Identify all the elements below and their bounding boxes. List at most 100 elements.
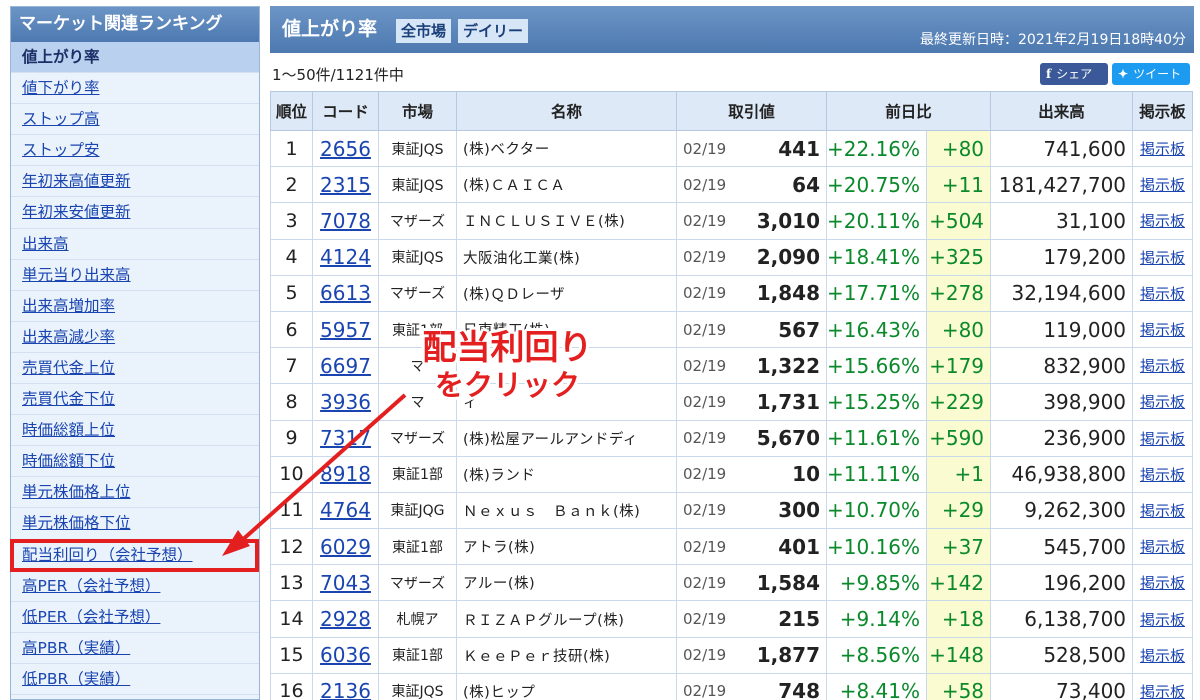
rank-cell: 9	[270, 419, 313, 457]
facebook-share-label: シェア	[1056, 67, 1093, 81]
board-link[interactable]: 掲示板	[1140, 321, 1185, 339]
board-link[interactable]: 掲示板	[1140, 647, 1185, 665]
table-row: 16 2136 東証JQS (株)ヒップ 02/19 748 +8.41% +58 73,400…	[270, 672, 1194, 700]
stock-name-cell: Ｎｅｘｕｓ Ｂａｎｋ(株)	[456, 491, 677, 530]
sidebar-item[interactable]: 単元株価格上位	[11, 477, 259, 509]
sidebar-item-label: ストップ安	[22, 141, 100, 160]
stock-code-link[interactable]: 6613	[320, 281, 371, 305]
sidebar-item[interactable]: 年初来安値更新	[11, 197, 259, 229]
sidebar-item[interactable]: 出来高増加率	[11, 291, 259, 322]
board-link[interactable]: 掲示板	[1140, 212, 1185, 230]
board-link[interactable]: 掲示板	[1140, 285, 1185, 303]
board-link[interactable]: 掲示板	[1140, 249, 1185, 267]
stock-code-link[interactable]: 2315	[320, 173, 371, 197]
stock-code-link[interactable]: 2928	[320, 607, 371, 631]
change-amount-cell: +80	[926, 310, 992, 349]
sidebar-item[interactable]: 売買代金下位	[11, 384, 259, 416]
change-percent-cell: +22.16%	[826, 129, 928, 168]
sidebar-item[interactable]: 高PER（会社予想）	[11, 571, 259, 602]
change-amount-cell: +18	[926, 600, 992, 638]
stock-name-cell: (株)ランド	[456, 455, 677, 493]
trade-date-cell: 02/19	[676, 129, 743, 168]
board-link[interactable]: 掲示板	[1140, 430, 1185, 448]
table-row: 15 6036 東証1部 ＫｅｅＰｅｒ技研(株) 02/19 1,877 +8.56% +14…	[270, 636, 1194, 674]
stock-code-link[interactable]: 6036	[320, 643, 371, 667]
sidebar-item[interactable]: 値下がり率	[11, 73, 259, 105]
price-cell: 1,848	[742, 274, 828, 312]
sidebar-item-label: 売買代金下位	[22, 390, 116, 409]
sidebar-item[interactable]: 時価総額下位	[11, 446, 259, 478]
stock-code-link[interactable]: 7078	[320, 209, 371, 233]
stock-code-link[interactable]: 8918	[320, 462, 371, 486]
sidebar-item[interactable]: 時価総額上位	[11, 415, 259, 447]
header-market[interactable]: 市場	[378, 91, 457, 131]
tab-all-markets[interactable]: 全市場	[396, 19, 452, 43]
tab-daily[interactable]: デイリー	[458, 19, 529, 43]
sidebar-item[interactable]: ストップ安	[11, 135, 259, 167]
stock-code-link[interactable]: 6697	[320, 354, 371, 378]
sidebar-item[interactable]: ストップ高	[11, 104, 259, 136]
stock-code-link[interactable]: 5957	[320, 318, 371, 342]
stock-code-link[interactable]: 7317	[320, 426, 371, 450]
rank-cell: 2	[270, 166, 313, 204]
stock-name-cell: ィ	[456, 383, 677, 421]
sidebar-item[interactable]: 出来高	[11, 229, 259, 260]
volume-cell: 6,138,700	[990, 600, 1134, 638]
stock-code-link[interactable]: 4124	[320, 245, 371, 269]
sidebar-item[interactable]: 値上がり率	[11, 42, 259, 74]
sidebar-item[interactable]: 売買代金上位	[11, 353, 259, 385]
header-volume[interactable]: 出来高	[990, 91, 1134, 131]
board-link[interactable]: 掲示板	[1140, 176, 1185, 194]
header-change[interactable]: 前日比	[826, 91, 992, 131]
price-cell: 1,584	[742, 564, 828, 602]
market-cell: マザーズ	[378, 419, 457, 457]
table-row: 1 2656 東証JQS (株)ベクター 02/19 441 +22.16% +80 741,6…	[270, 129, 1194, 168]
board-link[interactable]: 掲示板	[1140, 538, 1185, 556]
ranking-table: 順位 コード 市場 名称 取引値 前日比 出来高 掲示板 1 2656 東証JQS(…	[270, 91, 1194, 700]
ranking-header: 値上がり率 全市場 デイリー 最終更新日時：2021年2月19日18時40分	[270, 6, 1194, 53]
board-link[interactable]: 掲示板	[1140, 502, 1185, 520]
sidebar-item[interactable]: 高PBR（実績）	[11, 633, 259, 664]
stock-name-cell: (株)松屋アールアンドディ	[456, 419, 677, 457]
sidebar-item[interactable]: 出来高減少率	[11, 322, 259, 353]
stock-code-link[interactable]: 6029	[320, 535, 371, 559]
change-amount-cell: +37	[926, 528, 992, 566]
sidebar-item[interactable]: 配当利回り（会社予想）	[11, 540, 259, 571]
page-title: 値上がり率	[282, 18, 378, 40]
facebook-share-button[interactable]: f シェア	[1040, 63, 1108, 85]
board-link[interactable]: 掲示板	[1140, 574, 1185, 592]
stock-name-cell: (株)ＱＤレーザ	[456, 274, 677, 312]
stock-code-link-cell: 4764	[312, 491, 379, 530]
sidebar-item[interactable]: 年初来高値更新	[11, 166, 259, 198]
board-link[interactable]: 掲示板	[1140, 357, 1185, 375]
stock-code-link[interactable]: 2136	[320, 679, 371, 700]
rank-cell: 7	[270, 347, 313, 385]
stock-code-link[interactable]: 7043	[320, 571, 371, 595]
header-rank[interactable]: 順位	[270, 91, 313, 131]
change-amount-cell: +142	[926, 564, 992, 602]
stock-code-link-cell: 4124	[312, 238, 379, 276]
volume-cell: 119,000	[990, 310, 1134, 349]
stock-code-link-cell: 7317	[312, 419, 379, 457]
volume-cell: 31,100	[990, 202, 1134, 240]
board-link[interactable]: 掲示板	[1140, 611, 1185, 629]
twitter-tweet-button[interactable]: ✦ ツイート	[1112, 63, 1190, 85]
stock-code-link-cell: 2136	[312, 672, 379, 700]
header-price[interactable]: 取引値	[675, 91, 828, 131]
sidebar-item[interactable]: 低PER（会社予想）	[11, 602, 259, 633]
stock-code-link[interactable]: 2656	[320, 137, 371, 161]
board-link[interactable]: 掲示板	[1140, 140, 1185, 158]
table-header-row: 順位 コード 市場 名称 取引値 前日比 出来高 掲示板	[270, 91, 1194, 131]
sidebar-item[interactable]: 単元株価格下位	[11, 508, 259, 540]
sidebar-item[interactable]: 低PBR（実績）	[11, 664, 259, 695]
sidebar-item[interactable]: 単元当り出来高	[11, 260, 259, 291]
header-code[interactable]: コード	[312, 91, 379, 131]
header-name[interactable]: 名称	[456, 91, 677, 131]
stock-code-link[interactable]: 4764	[320, 498, 371, 522]
stock-code-link[interactable]: 3936	[320, 390, 371, 414]
board-link[interactable]: 掲示板	[1140, 466, 1185, 484]
change-percent-cell: +20.75%	[826, 166, 928, 204]
board-link[interactable]: 掲示板	[1140, 393, 1185, 411]
header-board[interactable]: 掲示板	[1132, 91, 1194, 131]
board-link[interactable]: 掲示板	[1140, 683, 1185, 700]
